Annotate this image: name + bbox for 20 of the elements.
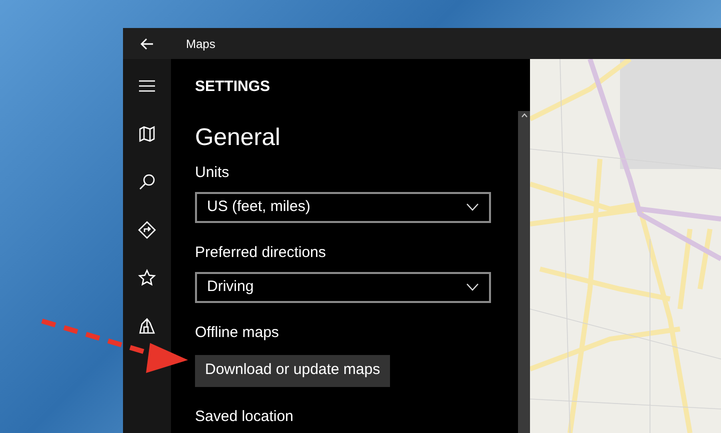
section-title: General xyxy=(195,122,282,152)
directions-icon[interactable] xyxy=(138,221,156,239)
dropdown[interactable]: Driving xyxy=(195,272,491,302)
star-icon[interactable] xyxy=(138,269,156,287)
chevron-down-icon xyxy=(466,283,479,291)
field-label: Units xyxy=(195,162,230,182)
window-title: Maps xyxy=(186,36,216,52)
dropdown[interactable]: US (feet, miles) xyxy=(195,192,491,222)
field-label: Saved location xyxy=(195,406,294,426)
buildings-icon[interactable] xyxy=(138,317,156,335)
scrollbar[interactable] xyxy=(518,111,530,433)
back-arrow-icon[interactable] xyxy=(140,38,154,50)
map-icon[interactable] xyxy=(138,125,156,143)
field-label: Offline maps xyxy=(195,322,280,342)
settings-title: SETTINGS xyxy=(195,77,272,97)
chevron-down-icon xyxy=(466,203,479,211)
download-maps-button[interactable]: Download or update maps xyxy=(195,354,390,386)
search-icon[interactable] xyxy=(138,173,156,191)
field-label: Preferred directions xyxy=(195,242,327,262)
scroll-up-icon[interactable] xyxy=(520,113,528,118)
